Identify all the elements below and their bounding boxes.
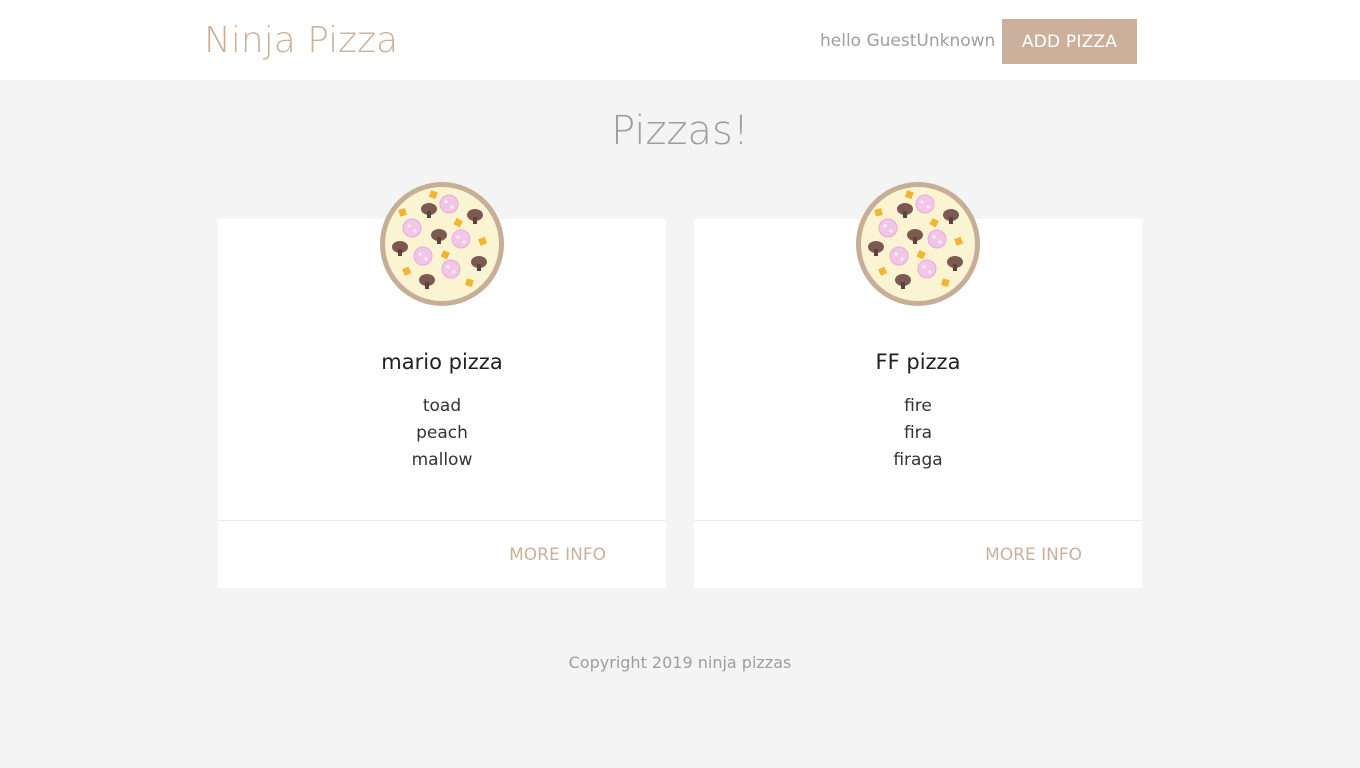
ingredient-item: fire [904,396,932,416]
ingredient-item: mallow [411,450,473,470]
add-pizza-button[interactable]: ADD PIZZA [1002,19,1137,64]
pizza-card: FF pizza fire fira firaga MORE INFO [694,181,1142,588]
footer-copyright: Copyright 2019 ninja pizzas [568,653,792,672]
ingredient-list: fire fira firaga [694,393,1142,474]
ingredient-item: peach [416,423,468,443]
ingredient-list: toad peach mallow [218,393,666,474]
more-info-link[interactable]: MORE INFO [509,545,606,565]
pizza-icon [855,181,981,307]
navbar: Ninja Pizza hello GuestUnknown ADD PIZZA [0,0,1360,80]
page-title: Pizzas! [611,108,749,154]
card-action: MORE INFO [218,520,666,588]
pizza-name: mario pizza [381,350,503,374]
card-action: MORE INFO [694,520,1142,588]
ingredient-item: fira [903,423,933,443]
ingredient-item: firaga [893,450,943,470]
ingredient-item: toad [422,396,462,416]
brand-logo-link[interactable]: Ninja Pizza [204,20,398,61]
pizza-card: mario pizza toad peach mallow MORE INFO [218,181,666,588]
user-greeting: hello GuestUnknown [820,31,996,51]
pizza-icon [379,181,505,307]
pizza-name: FF pizza [875,350,961,374]
more-info-link[interactable]: MORE INFO [985,545,1082,565]
